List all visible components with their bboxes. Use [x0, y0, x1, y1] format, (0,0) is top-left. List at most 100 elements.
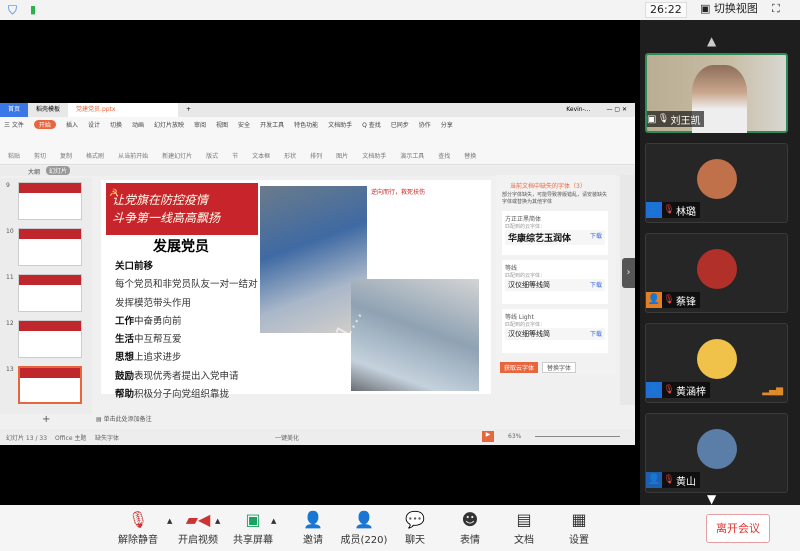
emoji-button[interactable]: ☻ 表情	[442, 509, 498, 546]
menu-item[interactable]: 文档助手	[328, 120, 352, 129]
replace-font-button[interactable]: 替换字体	[542, 362, 577, 373]
download-link[interactable]: 下载	[590, 280, 602, 289]
zoom-level[interactable]: 63%	[508, 433, 521, 440]
thumb-number: 10	[6, 228, 14, 235]
slide-thumbnail[interactable]	[18, 228, 82, 266]
new-tab-button[interactable]: +	[178, 103, 199, 117]
ribbon-button[interactable]: 从当前开始	[118, 151, 148, 160]
zoom-slider[interactable]	[535, 436, 620, 437]
menu-item[interactable]: 设计	[88, 120, 100, 129]
leave-meeting-button[interactable]: 离开会议	[706, 514, 770, 543]
menu-item[interactable]: 协作	[419, 120, 431, 129]
ribbon-button[interactable]: 格式刷	[86, 151, 104, 160]
chat-label: 聊天	[405, 535, 425, 546]
download-link[interactable]: 下载	[590, 329, 602, 338]
participant-tile[interactable]: 👤 🎙 黄涵梓 ▂▄▆	[645, 323, 788, 403]
slide-thumbnail[interactable]	[18, 182, 82, 220]
play-icon[interactable]: ▶	[482, 431, 494, 442]
ribbon-button[interactable]: 节	[232, 151, 238, 160]
tab-document[interactable]: 党建党员.pptx	[68, 103, 179, 117]
ribbon-button[interactable]: 文本框	[252, 151, 270, 160]
switch-view-label: 切换视图	[713, 2, 758, 15]
slide-thumbnail[interactable]	[18, 274, 82, 312]
signal-icon[interactable]: ▮	[30, 3, 36, 16]
menu-item[interactable]: 开始	[33, 119, 56, 129]
ribbon-button[interactable]: 查找	[438, 151, 450, 160]
participant-tile[interactable]: ▣ 🎙 刘王凯	[645, 53, 788, 133]
docs-button[interactable]: ▤ 文档	[496, 509, 552, 546]
menu-item[interactable]: 幻灯片放映	[154, 120, 184, 129]
collapse-panel-icon[interactable]: ›	[622, 258, 635, 288]
unmute-button[interactable]: 🎙 解除静音	[110, 509, 166, 546]
slide-canvas[interactable]: ☭ 让党旗在防控疫情 斗争第一线高高飘扬 发展党员 关口前移 每个党员和非党员队友…	[101, 180, 491, 400]
user-name[interactable]: Kevin-...	[558, 103, 598, 117]
tab-templates[interactable]: 稻壳模板	[28, 103, 68, 117]
window-controls[interactable]: — ▢ ✕	[598, 103, 635, 117]
participant-tile[interactable]: 👤 🎙 蔡锋	[645, 233, 788, 313]
menu-item[interactable]: 切换	[110, 120, 122, 129]
missing-font-name: 等线	[505, 265, 518, 272]
document-icon: ▤	[516, 510, 532, 529]
shield-icon[interactable]: ⛉	[8, 3, 17, 18]
ribbon-button[interactable]: 复制	[60, 151, 72, 160]
scroll-down-icon[interactable]: ▼	[707, 492, 716, 506]
side-toolbar[interactable]	[620, 175, 635, 405]
invite-button[interactable]: 👤 邀请	[285, 509, 341, 546]
participant-tile[interactable]: 👤 🎙 林璐	[645, 143, 788, 223]
ribbon-button[interactable]: 文档助手	[362, 151, 386, 160]
beautify-button[interactable]: 一键美化	[275, 433, 299, 442]
ribbon-button[interactable]: 排列	[310, 151, 322, 160]
participant-name: 蔡锋	[676, 296, 696, 308]
slide-line-text: 中互帮互爱	[134, 334, 182, 346]
chat-button[interactable]: 💬 聊天	[387, 509, 443, 546]
docs-label: 文档	[514, 535, 534, 546]
menu-item[interactable]: 开发工具	[260, 120, 284, 129]
menu-item[interactable]: 审阅	[194, 120, 206, 129]
theme-name: Office 主题	[55, 435, 87, 442]
match-row: 下载 汉仪细等线简	[505, 328, 605, 340]
ribbon-button[interactable]: 新建幻灯片	[162, 151, 192, 160]
invite-label: 邀请	[303, 535, 323, 546]
video-options-caret[interactable]: ▲	[215, 517, 220, 525]
get-cloud-font-button[interactable]: 获取云字体	[500, 362, 539, 373]
tab-outline[interactable]: 大纲	[28, 167, 40, 176]
share-options-caret[interactable]: ▲	[271, 517, 276, 525]
settings-button[interactable]: ▦ 设置	[551, 509, 607, 546]
ribbon-button[interactable]: 剪切	[34, 151, 46, 160]
scroll-up-icon[interactable]: ▲	[707, 34, 716, 48]
menu-item[interactable]: 特色功能	[294, 120, 318, 129]
tab-slides[interactable]: 幻灯片	[46, 166, 71, 175]
slide-title: 发展党员	[153, 239, 209, 255]
slide-thumbnail[interactable]	[18, 320, 82, 358]
ribbon-button[interactable]: 演示工具	[400, 151, 424, 160]
menu-item[interactable]: Q 查找	[362, 120, 381, 129]
menu-item[interactable]: 已同步	[391, 120, 409, 129]
slide-line: 生活中互帮互爱	[115, 331, 258, 349]
menu-item[interactable]: 三 文件	[4, 120, 24, 129]
video-button[interactable]: ▰◀ 开启视频	[170, 509, 226, 546]
slide-thumbnail[interactable]	[18, 366, 82, 404]
menu-item[interactable]: 插入	[66, 120, 78, 129]
download-link[interactable]: 下载	[590, 231, 602, 240]
menu-item[interactable]: 安全	[238, 120, 250, 129]
match-label: 匹配到的云字体：	[505, 273, 546, 279]
share-screen-button[interactable]: ▣ 共享屏幕	[225, 509, 281, 546]
members-button[interactable]: 👤 成员(220)	[336, 509, 392, 546]
fullscreen-icon[interactable]: ⛶	[768, 2, 784, 18]
match-row: 下载 汉仪细等线简	[505, 279, 605, 291]
ribbon-button[interactable]: 形状	[284, 151, 296, 160]
ribbon-button[interactable]: 替换	[464, 151, 476, 160]
ribbon-button[interactable]: 版式	[206, 151, 218, 160]
ribbon-button[interactable]: 图片	[336, 151, 348, 160]
add-slide-button[interactable]: +	[42, 414, 50, 425]
status-bar: 幻灯片 13 / 33 Office 主题 缺失字体 一键美化 ▶ 63%	[0, 429, 635, 445]
switch-view-button[interactable]: ▣ 切换视图	[696, 2, 762, 18]
tab-home[interactable]: 首页	[0, 103, 29, 117]
notes-area[interactable]: ▤ 单击此处添加备注	[96, 414, 152, 423]
menu-item[interactable]: 视图	[216, 120, 228, 129]
missing-font-button[interactable]: 缺失字体	[95, 433, 119, 442]
participant-tile[interactable]: 👤 🎙 黄山	[645, 413, 788, 493]
ribbon-button[interactable]: 粘贴	[8, 151, 20, 160]
menu-item[interactable]: 分享	[441, 120, 453, 129]
menu-item[interactable]: 动画	[132, 120, 144, 129]
